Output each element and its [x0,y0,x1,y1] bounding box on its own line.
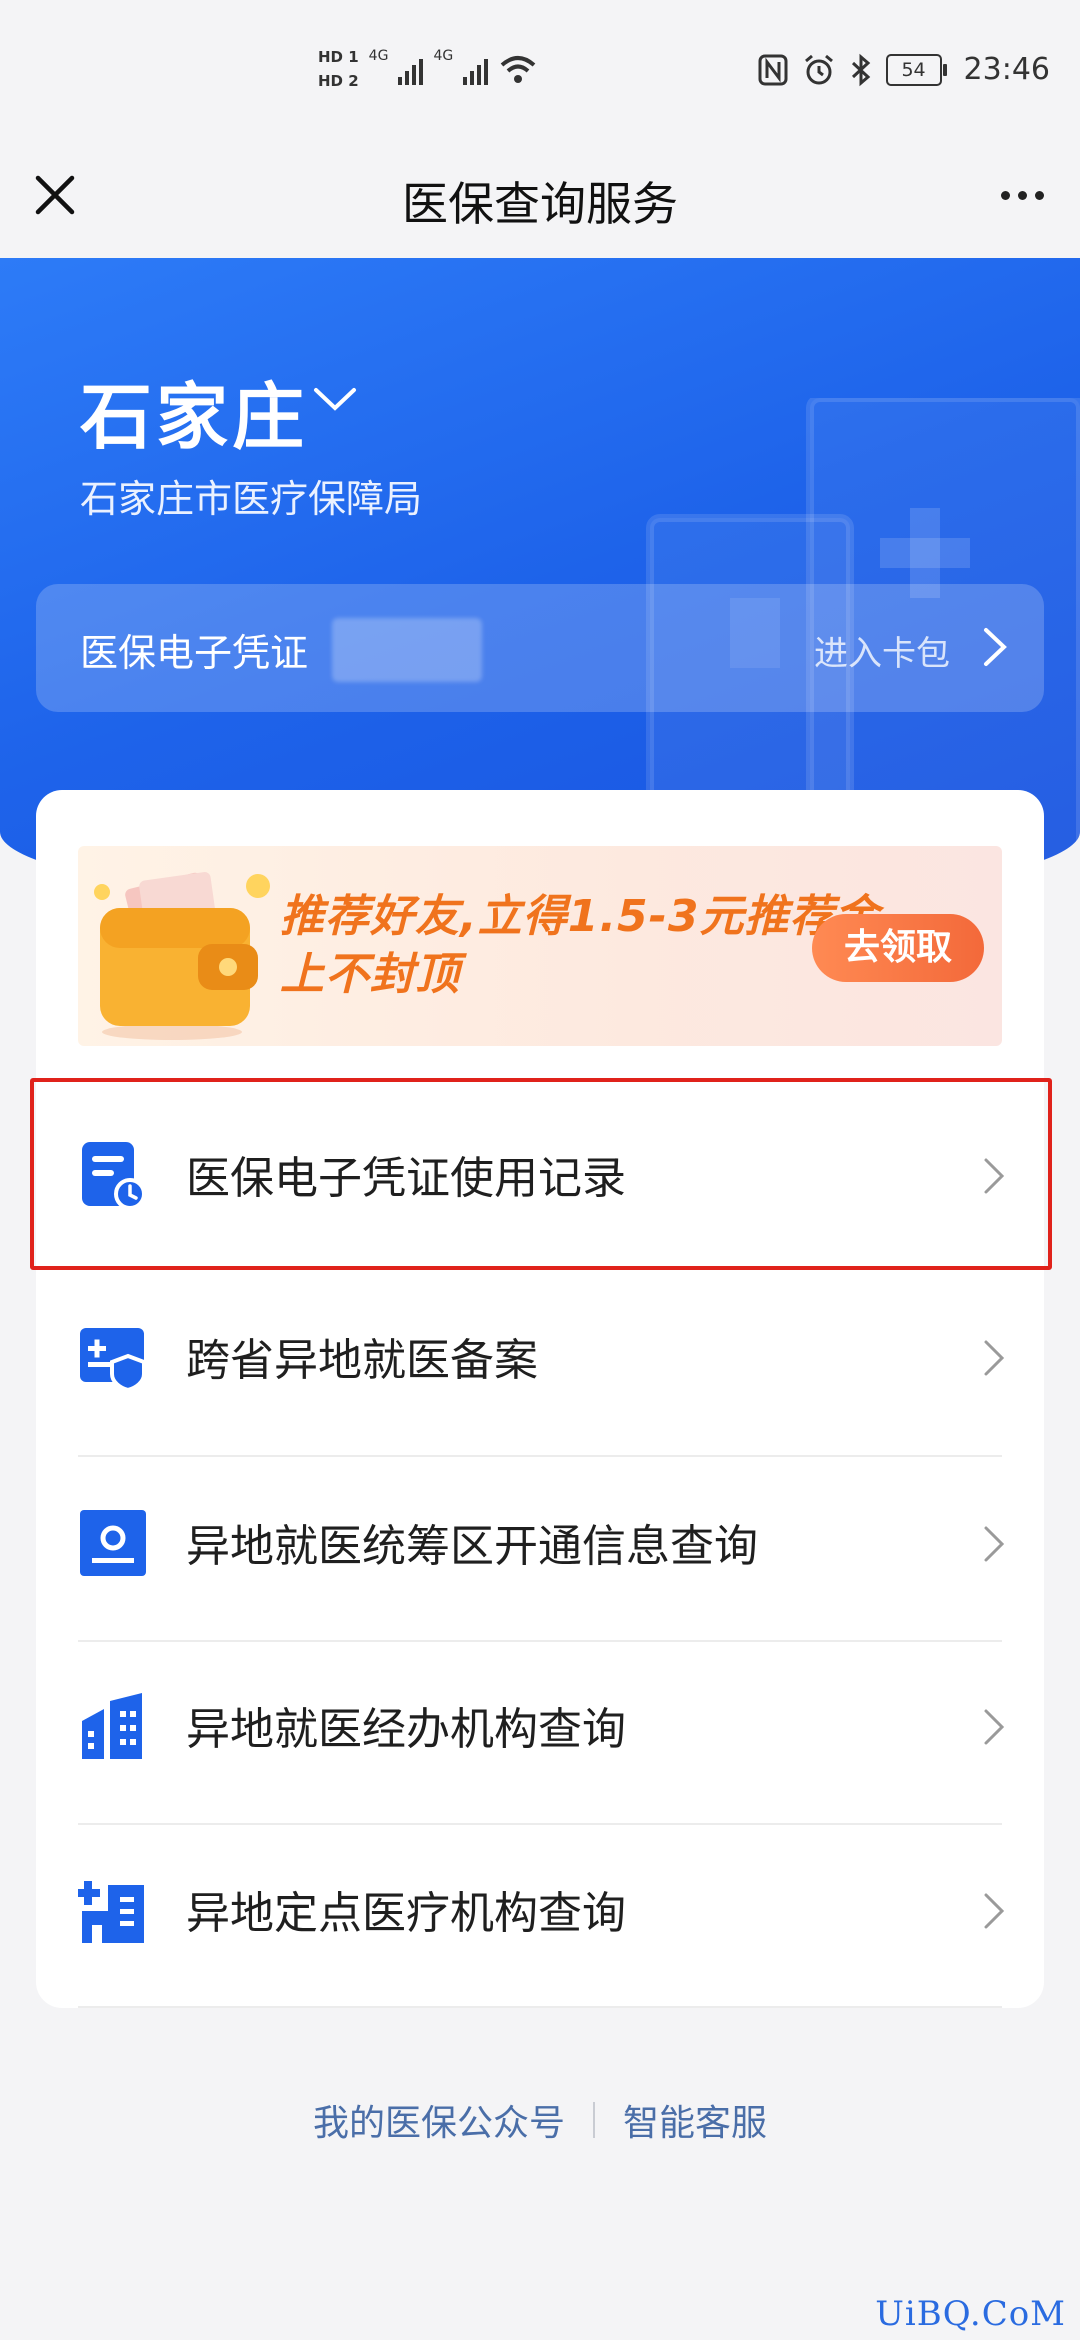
menu-item-designated-hospital-query[interactable]: 异地定点医疗机构查询 [36,1817,1044,1999]
menu-item-label: 异地就医统筹区开通信息查询 [186,1521,758,1572]
more-menu-icon[interactable] [992,170,1052,220]
hd2-indicator: HD 2 [318,72,359,90]
user-card-icon [80,1510,146,1576]
menu-item-label: 异地就医经办机构查询 [186,1704,626,1755]
banner-line1: 推荐好友,立得1.5-3元推荐金 [280,891,880,942]
chevron-right-icon [984,1526,1005,1562]
referral-banner[interactable]: 推荐好友,立得1.5-3元推荐金 上不封顶 去领取 [78,846,1002,1046]
ecard-entry[interactable]: 医保电子凭证 进入卡包 [36,584,1044,712]
status-left: HD 1 HD 2 4G 4G [318,48,538,90]
bluetooth-icon [851,53,870,86]
menu-item-label: 跨省异地就医备案 [186,1335,538,1386]
chevron-right-icon [984,1893,1005,1929]
clock: 23:46 [963,52,1050,87]
menu-item-agency-query[interactable]: 异地就医经办机构查询 [36,1633,1044,1815]
network-type-1: 4G [368,48,389,64]
battery-icon: 54 [885,53,947,86]
status-right: 54 23:46 [640,52,1080,87]
wifi-icon [500,56,536,83]
menu-item-label: 异地定点医疗机构查询 [186,1888,626,1939]
ecard-enter-label: 进入卡包 [814,634,950,674]
status-bar: HD 1 HD 2 4G 4G 54 23:46 [0,0,1080,150]
banner-line2: 上不封顶 [280,949,460,1000]
chevron-down-icon[interactable] [310,378,360,418]
watermark: UiBQ.CoM [875,2294,1066,2334]
nfc-icon [758,54,788,85]
banner-text: 推荐好友,立得1.5-3元推荐金 上不封顶 [280,888,880,1004]
menu-item-cross-province-filing[interactable]: 跨省异地就医备案 [36,1264,1044,1446]
title-bar: 医保查询服务 [0,150,1080,260]
chevron-right-icon [984,1158,1005,1194]
page-title: 医保查询服务 [402,177,678,231]
divider [78,2006,1002,2008]
ecard-qr-blur [332,618,482,682]
ecard-label: 医保电子凭证 [80,631,309,675]
bureau-name: 石家庄市医疗保障局 [80,477,423,521]
menu-item-region-info-query[interactable]: 异地就医统筹区开通信息查询 [36,1450,1044,1632]
city-selector-label[interactable]: 石家庄 [80,358,308,463]
alarm-icon [804,54,833,84]
claim-button[interactable]: 去领取 [812,914,984,982]
signal-icon [398,53,424,85]
footer-links: 我的医保公众号 智能客服 [0,2094,1080,2146]
hospital-icon [78,1881,144,1943]
footer-separator [593,2102,595,2138]
menu-item-ecard-records[interactable]: 医保电子凭证使用记录 [36,1082,1044,1264]
menu-item-label: 医保电子凭证使用记录 [186,1153,626,1204]
smart-service-link[interactable]: 智能客服 [623,2094,767,2146]
chevron-right-icon [984,1709,1005,1745]
signal-icon-2 [463,53,489,85]
record-doc-icon [82,1142,146,1210]
medical-shield-icon [80,1328,146,1392]
wallet-icon [94,872,270,1040]
network-type-2: 4G [433,48,454,64]
hd1-indicator: HD 1 [318,48,359,66]
official-account-link[interactable]: 我的医保公众号 [313,2094,565,2146]
chevron-right-icon [984,628,1007,666]
chevron-right-icon [984,1340,1005,1376]
service-card: 推荐好友,立得1.5-3元推荐金 上不封顶 去领取 医保电子凭证使用记录 跨省异… [36,790,1044,2008]
buildings-icon [82,1693,142,1759]
